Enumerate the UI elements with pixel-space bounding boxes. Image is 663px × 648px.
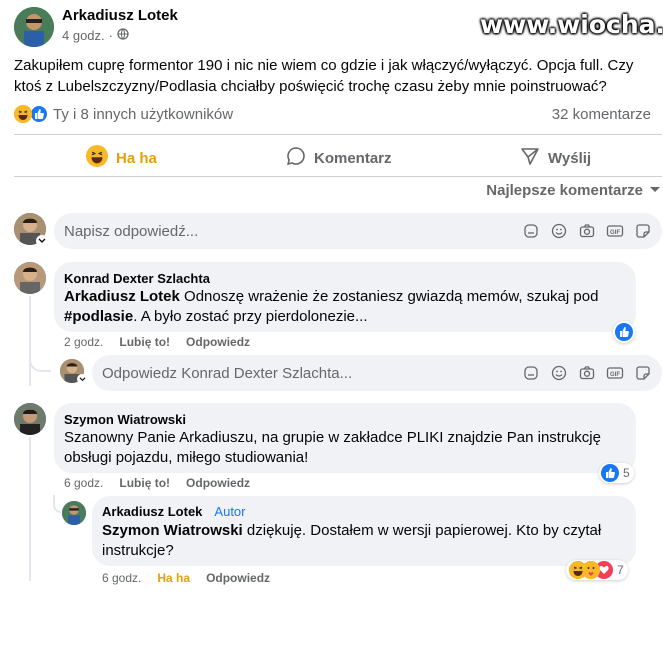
comment-button[interactable]: Komentarz <box>286 146 392 170</box>
reply-button[interactable]: Odpowiedz <box>186 335 250 349</box>
comment-time[interactable]: 6 godz. <box>64 476 103 490</box>
post-time[interactable]: 4 godz. <box>62 28 105 43</box>
commenter-avatar[interactable] <box>14 262 46 294</box>
comment-reaction-badge[interactable] <box>613 321 635 343</box>
comment-reaction-badge[interactable]: 5 <box>599 463 634 483</box>
reply-input-placeholder: Napisz odpowiedź... <box>64 222 199 240</box>
haha-reaction-icon <box>569 561 587 579</box>
haha-reply-button[interactable]: Ha ha <box>157 571 190 585</box>
globe-icon <box>117 28 129 43</box>
avatar-sticker-icon[interactable] <box>522 364 540 382</box>
reply-input[interactable]: Napisz odpowiedź... GIF <box>54 213 662 249</box>
comments-count[interactable]: 32 komentarze <box>552 106 651 123</box>
reactions-text[interactable]: Ty i 8 innych użytkowników <box>53 106 233 123</box>
reply-button[interactable]: Odpowiedz <box>186 476 250 490</box>
camera-icon[interactable] <box>578 222 596 240</box>
comment-icon <box>286 146 306 170</box>
post-meta: 4 godz. · <box>62 28 129 43</box>
comment-text: Arkadiusz Lotek Odnoszę wrażenie że zost… <box>64 287 624 327</box>
post-author-name[interactable]: Arkadiusz Lotek <box>62 7 178 24</box>
commenter-avatar[interactable] <box>14 403 46 435</box>
thread-connector <box>29 352 51 372</box>
meta-separator: · <box>108 28 113 43</box>
comment-actions: 6 godz. Lubię to! Odpowiedz <box>64 476 250 490</box>
chevron-down-icon <box>649 182 661 199</box>
comment-bubble: Konrad Dexter Szlachta Arkadiusz Lotek O… <box>54 262 636 332</box>
avatar-chevron-icon[interactable] <box>77 374 87 384</box>
avatar-sticker-icon[interactable] <box>522 222 540 240</box>
sort-label: Najlepsze komentarze <box>486 182 643 199</box>
reply-input-placeholder: Odpowiedz Konrad Dexter Szlachta... <box>102 364 353 382</box>
reply-text: Szymon Wiatrowski dziękuję. Dostałem w w… <box>102 521 622 561</box>
reply-header: Arkadiusz Lotek Autor <box>102 504 246 519</box>
like-reaction-icon <box>29 104 49 124</box>
send-label: Wyślij <box>548 149 592 167</box>
like-button[interactable]: Lubię to! <box>119 335 170 349</box>
like-button[interactable]: Lubię to! <box>119 476 170 490</box>
comment-time[interactable]: 2 godz. <box>64 335 103 349</box>
sticker-icon[interactable] <box>634 364 652 382</box>
reply-author[interactable]: Arkadiusz Lotek <box>102 504 202 519</box>
divider-top <box>14 134 662 135</box>
author-badge: Autor <box>214 504 246 519</box>
comment-mention[interactable]: Arkadiusz Lotek <box>64 288 180 305</box>
thread-connector <box>53 495 61 513</box>
comment-actions: 2 godz. Lubię to! Odpowiedz <box>64 335 250 349</box>
like-reaction-icon <box>615 323 633 341</box>
reply-button[interactable]: Odpowiedz <box>206 571 270 585</box>
sort-dropdown[interactable]: Najlepsze komentarze <box>486 182 661 199</box>
haha-icon <box>86 145 108 171</box>
reply-time[interactable]: 6 godz. <box>102 571 141 585</box>
comment-author[interactable]: Szymon Wiatrowski <box>64 412 186 427</box>
divider-bottom <box>14 176 662 177</box>
svg-text:GIF: GIF <box>610 372 620 378</box>
comment-hashtag[interactable]: #podlasie <box>64 308 133 325</box>
thread-line <box>29 296 31 386</box>
camera-icon[interactable] <box>578 364 596 382</box>
emoji-icon[interactable] <box>550 222 568 240</box>
watermark: www.wiocha.pl <box>480 10 663 39</box>
comment-text: Szanowny Panie Arkadiuszu, na grupie w z… <box>64 429 601 466</box>
emoji-icon[interactable] <box>550 364 568 382</box>
reply-mention[interactable]: Szymon Wiatrowski <box>102 522 243 539</box>
sticker-icon[interactable] <box>634 222 652 240</box>
send-icon <box>520 146 540 170</box>
reply-reaction-badge[interactable]: 7 <box>566 560 628 580</box>
reactions-summary[interactable]: Ty i 8 innych użytkowników <box>14 104 233 124</box>
gif-icon[interactable]: GIF <box>606 364 624 382</box>
haha-label: Ha ha <box>116 149 157 167</box>
comment-author[interactable]: Konrad Dexter Szlachta <box>64 271 210 286</box>
like-reaction-icon <box>601 464 619 482</box>
thread-line <box>29 437 31 581</box>
comment-label: Komentarz <box>314 149 392 167</box>
reply-author-avatar[interactable] <box>62 501 86 525</box>
haha-reaction-icon <box>14 105 32 123</box>
reaction-count: 7 <box>617 563 624 577</box>
post-author-avatar[interactable] <box>14 7 54 47</box>
gif-icon[interactable]: GIF <box>606 222 624 240</box>
svg-text:GIF: GIF <box>610 230 620 236</box>
reply-bubble: Arkadiusz Lotek Autor Szymon Wiatrowski … <box>92 496 636 566</box>
reply-actions: 6 godz. Ha ha Odpowiedz <box>102 571 270 585</box>
haha-button[interactable]: Ha ha <box>86 145 157 171</box>
comment-bubble: Szymon Wiatrowski Szanowny Panie Arkadiu… <box>54 403 636 473</box>
comment-text-part: Odnoszę wrażenie że zostaniesz gwiazdą m… <box>179 288 599 305</box>
reaction-count: 5 <box>623 466 630 480</box>
comment-text-part: . A było zostać przy pierdolonezie... <box>133 308 368 325</box>
avatar-chevron-icon[interactable] <box>36 235 48 247</box>
reply-input-konrad[interactable]: Odpowiedz Konrad Dexter Szlachta... GIF <box>92 355 662 391</box>
post-text: Zakupiłem cuprę formentor 190 i nic nie … <box>14 57 634 95</box>
send-button[interactable]: Wyślij <box>520 146 591 170</box>
